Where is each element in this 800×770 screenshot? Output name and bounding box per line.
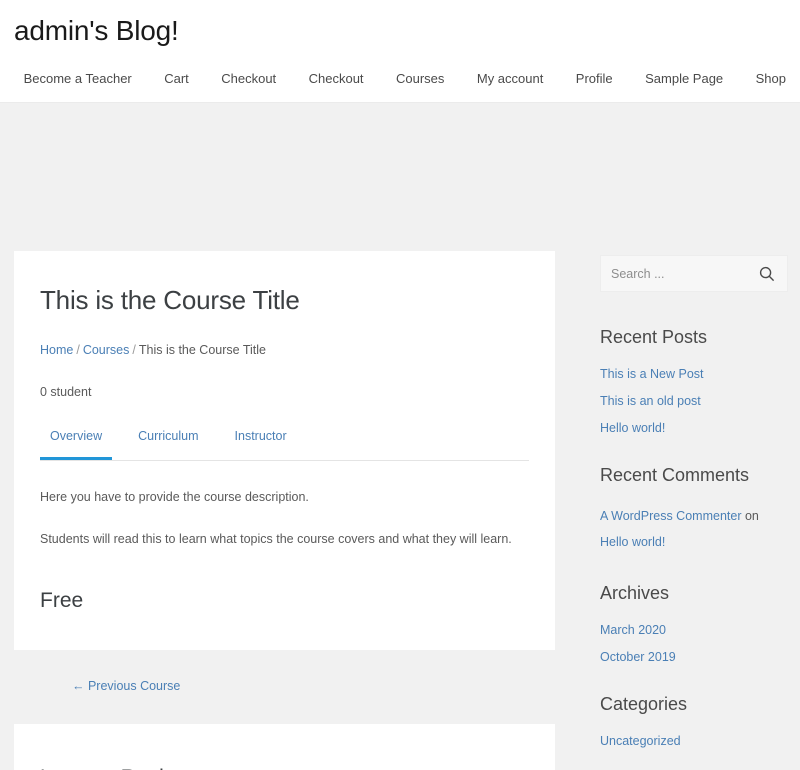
widget-categories: Categories Uncategorized xyxy=(600,692,788,750)
list-item: Hello world! xyxy=(600,419,788,437)
breadcrumb-link-courses[interactable]: Courses xyxy=(83,343,130,357)
list-item: March 2020 xyxy=(600,621,788,639)
course-description-paragraph-1: Here you have to provide the course desc… xyxy=(40,490,309,504)
comment-author-link[interactable]: A WordPress Commenter xyxy=(600,509,741,523)
categories-list: Uncategorized xyxy=(600,732,788,750)
page-body: This is the Course Title Home / Courses / Th… xyxy=(0,103,800,770)
archive-link-march-2020[interactable]: March 2020 xyxy=(600,623,666,637)
comment-form-card: Leave a Reply Logged in as admin. Log ou… xyxy=(14,724,555,770)
main-navigation: Become a Teacher Cart Checkout Checkout … xyxy=(0,69,786,89)
widget-recent-comments: Recent Comments A WordPress Commenter on… xyxy=(600,463,788,555)
nav-item-courses[interactable]: Courses xyxy=(396,69,444,89)
widget-archives: Archives March 2020 October 2019 xyxy=(600,581,788,666)
search-icon xyxy=(759,266,781,282)
student-count: 0 student xyxy=(40,385,92,399)
recent-post-link-2[interactable]: This is an old post xyxy=(600,394,701,408)
site-header: admin's Blog! Become a Teacher Cart Chec… xyxy=(0,0,800,103)
tab-instructor[interactable]: Instructor xyxy=(225,427,297,457)
nav-item-checkout[interactable]: Checkout xyxy=(221,69,276,89)
nav-item-checkout-2[interactable]: Checkout xyxy=(309,69,364,89)
tab-curriculum[interactable]: Curriculum xyxy=(128,427,208,457)
course-card: This is the Course Title Home / Courses / Th… xyxy=(14,251,555,650)
recent-post-link-1[interactable]: This is a New Post xyxy=(600,367,704,381)
breadcrumb-link-home[interactable]: Home xyxy=(40,343,73,357)
nav-item-profile[interactable]: Profile xyxy=(576,69,613,89)
tab-overview[interactable]: Overview xyxy=(40,427,113,460)
nav-item-become-a-teacher[interactable]: Become a Teacher xyxy=(24,69,132,89)
search-form xyxy=(600,255,788,292)
category-link-uncategorized[interactable]: Uncategorized xyxy=(600,734,681,748)
course-description-paragraph-2: Students will read this to learn what to… xyxy=(40,532,512,546)
recent-posts-list: This is a New Post This is an old post H… xyxy=(600,365,788,437)
widget-title-recent-comments: Recent Comments xyxy=(600,465,750,485)
previous-course-link[interactable]: ← Previous Course xyxy=(72,677,180,695)
breadcrumb-separator-1: / xyxy=(76,343,80,357)
leave-a-reply-heading: Leave a Reply xyxy=(40,764,529,770)
nav-item-my-account[interactable]: My account xyxy=(477,69,543,89)
list-item: October 2019 xyxy=(600,648,788,666)
recent-post-link-3[interactable]: Hello world! xyxy=(600,421,665,435)
list-item: This is an old post xyxy=(600,392,788,410)
comment-post-link[interactable]: Hello world! xyxy=(600,535,665,549)
course-navigation: ← Previous Course xyxy=(14,650,555,724)
search-submit-button[interactable] xyxy=(759,263,781,285)
main-content-column: This is the Course Title Home / Courses / Th… xyxy=(14,251,555,770)
widget-title-recent-posts: Recent Posts xyxy=(600,327,708,347)
comment-on-text: on xyxy=(744,509,759,523)
nav-item-cart[interactable]: Cart xyxy=(164,69,189,89)
nav-item-sample-page[interactable]: Sample Page xyxy=(645,69,723,89)
list-item: This is a New Post xyxy=(600,365,788,383)
widget-title-categories: Categories xyxy=(600,694,688,714)
page-title: This is the Course Title xyxy=(40,285,300,315)
course-price: Free xyxy=(40,589,84,612)
sidebar: Recent Posts This is a New Post This is … xyxy=(600,255,788,770)
search-input[interactable] xyxy=(601,256,761,291)
site-title: admin's Blog! xyxy=(14,15,179,46)
breadcrumb-current: This is the Course Title xyxy=(138,343,266,357)
breadcrumb-separator-2: / xyxy=(132,343,136,357)
recent-comment-entry: A WordPress Commenter on Hello world! xyxy=(600,503,788,555)
course-tabs: Overview Curriculum Instructor xyxy=(40,427,529,461)
widget-recent-posts: Recent Posts This is a New Post This is … xyxy=(600,325,788,437)
widget-title-archives: Archives xyxy=(600,583,670,603)
list-item: Uncategorized xyxy=(600,732,788,750)
archive-link-october-2019[interactable]: October 2019 xyxy=(600,650,676,664)
nav-item-shop[interactable]: Shop xyxy=(756,69,786,89)
breadcrumb: Home / Courses / This is the Course Title xyxy=(40,341,529,359)
archives-list: March 2020 October 2019 xyxy=(600,621,788,666)
